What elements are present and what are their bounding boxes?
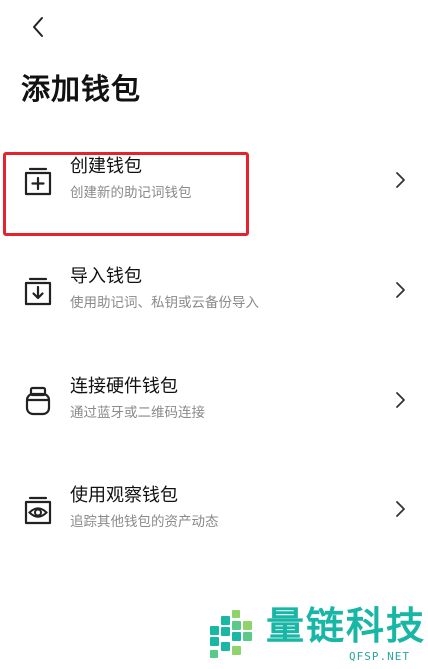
hardware-wallet-icon: [25, 386, 51, 416]
hardware-wallet-option[interactable]: 连接硬件钱包 通过蓝牙或二维码连接: [0, 366, 428, 450]
back-button[interactable]: [22, 12, 54, 42]
chevron-right-icon: [396, 392, 405, 408]
qr-logo-icon: [210, 610, 252, 658]
option-subtitle: 追踪其他钱包的资产动态: [70, 514, 219, 530]
option-title: 连接硬件钱包: [70, 376, 178, 397]
chevron-right-icon: [396, 172, 405, 188]
import-box-icon: [24, 277, 52, 306]
option-subtitle: 通过蓝牙或二维码连接: [70, 405, 205, 421]
option-title: 创建钱包: [70, 156, 142, 177]
option-title: 使用观察钱包: [70, 485, 178, 506]
option-subtitle: 创建新的助记词钱包: [70, 185, 192, 201]
eye-box-icon: [24, 496, 52, 525]
chevron-right-icon: [396, 501, 405, 517]
watch-wallet-option[interactable]: 使用观察钱包 追踪其他钱包的资产动态: [0, 475, 428, 559]
watermark: 量链科技 QFSP.NET: [208, 604, 424, 664]
page-title: 添加钱包: [21, 72, 142, 106]
chevron-left-icon: [33, 17, 43, 37]
watermark-name: 量链科技: [266, 604, 427, 648]
chevron-right-icon: [396, 282, 405, 298]
watermark-domain: QFSP.NET: [349, 650, 410, 663]
plus-box-icon: [24, 167, 52, 196]
create-wallet-option[interactable]: 创建钱包 创建新的助记词钱包: [0, 146, 428, 230]
import-wallet-option[interactable]: 导入钱包 使用助记词、私钥或云备份导入: [0, 256, 428, 340]
option-title: 导入钱包: [70, 266, 142, 287]
option-subtitle: 使用助记词、私钥或云备份导入: [70, 295, 259, 311]
